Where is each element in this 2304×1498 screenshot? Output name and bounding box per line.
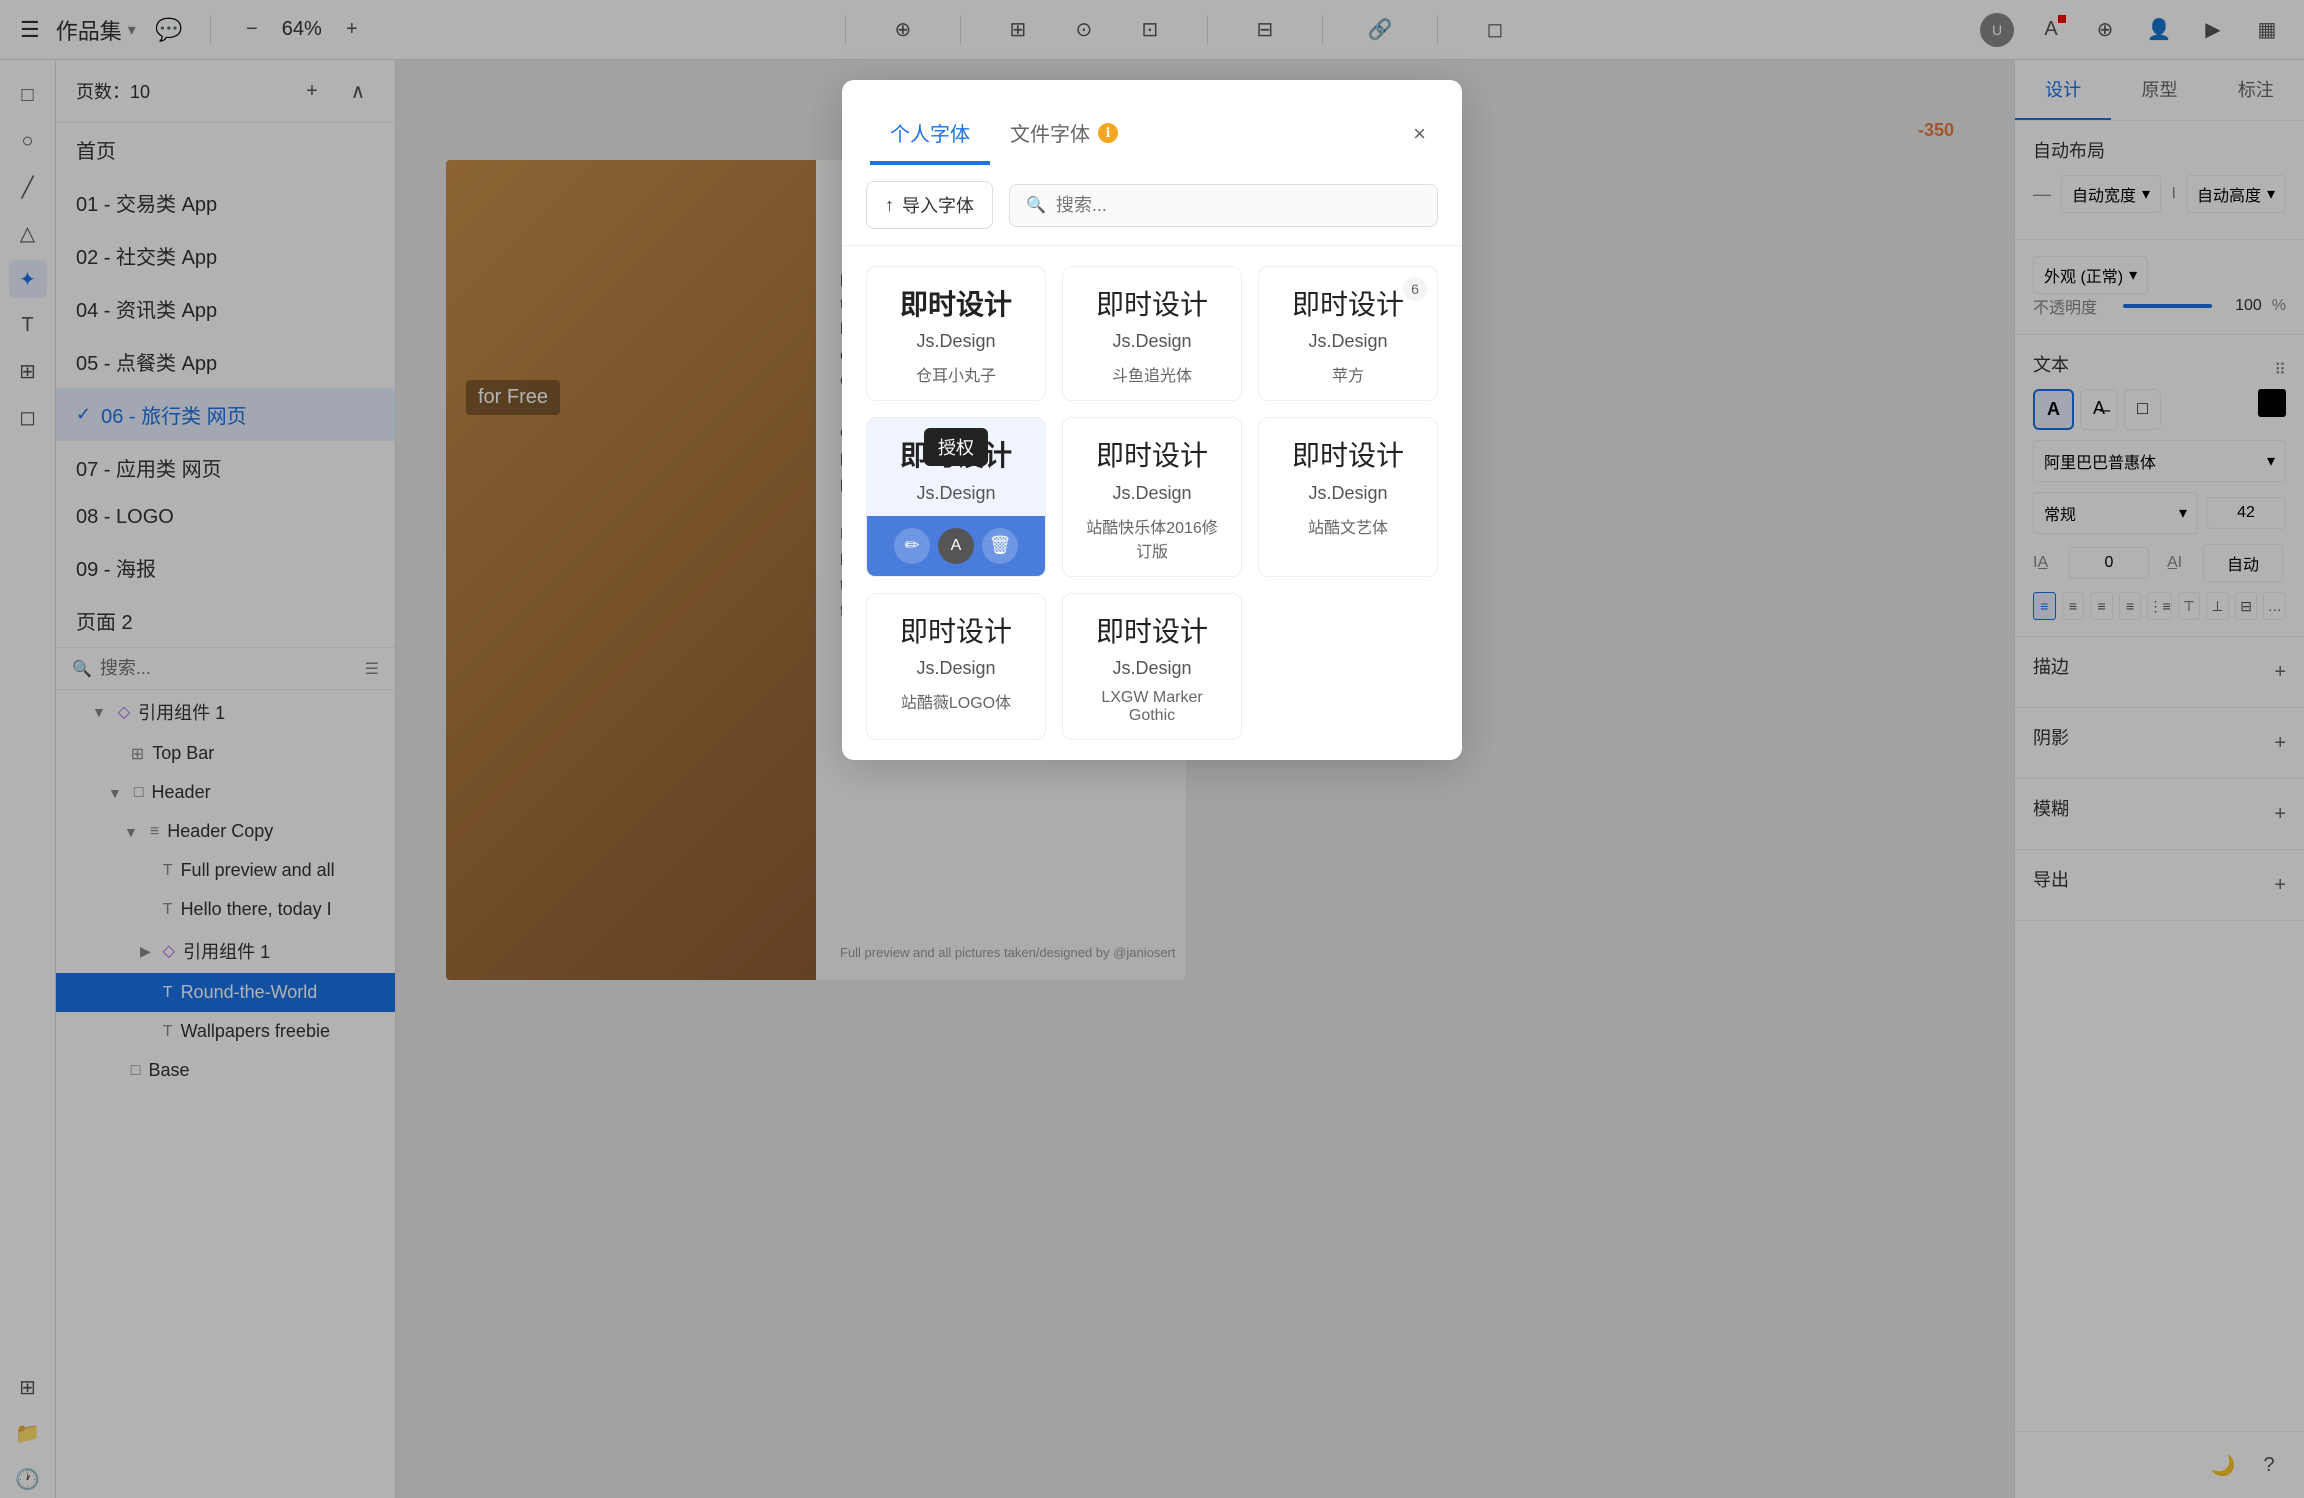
font-card-8[interactable]: 即时设计 Js.Design LXGW Marker Gothic (1062, 593, 1242, 740)
font-actions: ✏ A 🗑 (867, 516, 1045, 576)
tab-personal-fonts[interactable]: 个人字体 (870, 104, 990, 163)
font-name: 站酷薇LOGO体 (901, 689, 1011, 713)
upload-icon: ↑ (885, 195, 894, 216)
modal-content: 即时设计 Js.Design 仓耳小丸子 即时设计 Js.Design 斗鱼追光… (842, 246, 1462, 760)
font-preview-sub: Js.Design (1308, 331, 1387, 352)
font-name: LXGW Marker Gothic (1079, 689, 1225, 725)
modal-overlay[interactable]: 个人字体 文件字体 ℹ × ↑ 导入字体 🔍 (0, 0, 2304, 1498)
font-badge: 6 (1403, 277, 1427, 301)
font-preview-sub: Js.Design (916, 658, 995, 679)
font-preview: 即时设计 (900, 614, 1012, 650)
search-icon: 🔍 (1026, 195, 1046, 215)
auth-tooltip: 授权 (924, 428, 988, 466)
font-card-2[interactable]: 即时设计 Js.Design 斗鱼追光体 (1062, 266, 1242, 401)
font-card-6[interactable]: 即时设计 Js.Design 站酷文艺体 (1258, 417, 1438, 576)
font-preview-sub: Js.Design (916, 483, 995, 504)
modal-tabs: 个人字体 文件字体 ℹ (870, 104, 1138, 163)
modal-header: 个人字体 文件字体 ℹ × (842, 80, 1462, 163)
font-preview-sub: Js.Design (1308, 483, 1387, 504)
modal-toolbar: ↑ 导入字体 🔍 (842, 165, 1462, 246)
import-font-btn[interactable]: ↑ 导入字体 (866, 181, 993, 229)
font-preview: 即时设计 (1096, 287, 1208, 323)
font-search-input[interactable] (1056, 195, 1421, 216)
font-preview-sub: Js.Design (1112, 483, 1191, 504)
avatar-font-btn[interactable]: A (938, 528, 974, 564)
tab-file-fonts[interactable]: 文件字体 ℹ (990, 104, 1138, 163)
font-name: 站酷快乐体2016修订版 (1079, 514, 1225, 562)
font-preview-sub: Js.Design (1112, 331, 1191, 352)
font-card-5[interactable]: 即时设计 Js.Design 站酷快乐体2016修订版 (1062, 417, 1242, 576)
font-card-7[interactable]: 即时设计 Js.Design 站酷薇LOGO体 (866, 593, 1046, 740)
font-card-1[interactable]: 即时设计 Js.Design 仓耳小丸子 (866, 266, 1046, 401)
search-box: 🔍 (1009, 184, 1438, 227)
font-grid: 即时设计 Js.Design 仓耳小丸子 即时设计 Js.Design 斗鱼追光… (866, 266, 1438, 740)
font-preview: 即时设计 (1096, 614, 1208, 650)
font-modal: 个人字体 文件字体 ℹ × ↑ 导入字体 🔍 (842, 80, 1462, 760)
font-name: 仓耳小丸子 (916, 362, 996, 386)
modal-close-btn[interactable]: × (1405, 113, 1434, 155)
font-card-4[interactable]: 即时设计 Js.Design 授权 ✏ A 🗑 站酷高端黑 (866, 417, 1046, 576)
font-preview: 即时设计 (1096, 438, 1208, 474)
info-badge: ℹ (1098, 123, 1118, 143)
font-name: 站酷文艺体 (1308, 514, 1388, 538)
font-preview: 即时设计 (900, 287, 1012, 323)
font-preview-sub: Js.Design (916, 331, 995, 352)
font-preview: 即时设计 (1292, 287, 1404, 323)
font-card-3[interactable]: 6 即时设计 Js.Design 苹方 (1258, 266, 1438, 401)
font-name: 苹方 (1332, 362, 1364, 386)
delete-font-btn[interactable]: 🗑 (982, 528, 1018, 564)
font-preview: 即时设计 (1292, 438, 1404, 474)
font-preview-sub: Js.Design (1112, 658, 1191, 679)
font-name: 斗鱼追光体 (1112, 362, 1192, 386)
edit-font-btn[interactable]: ✏ (894, 528, 930, 564)
